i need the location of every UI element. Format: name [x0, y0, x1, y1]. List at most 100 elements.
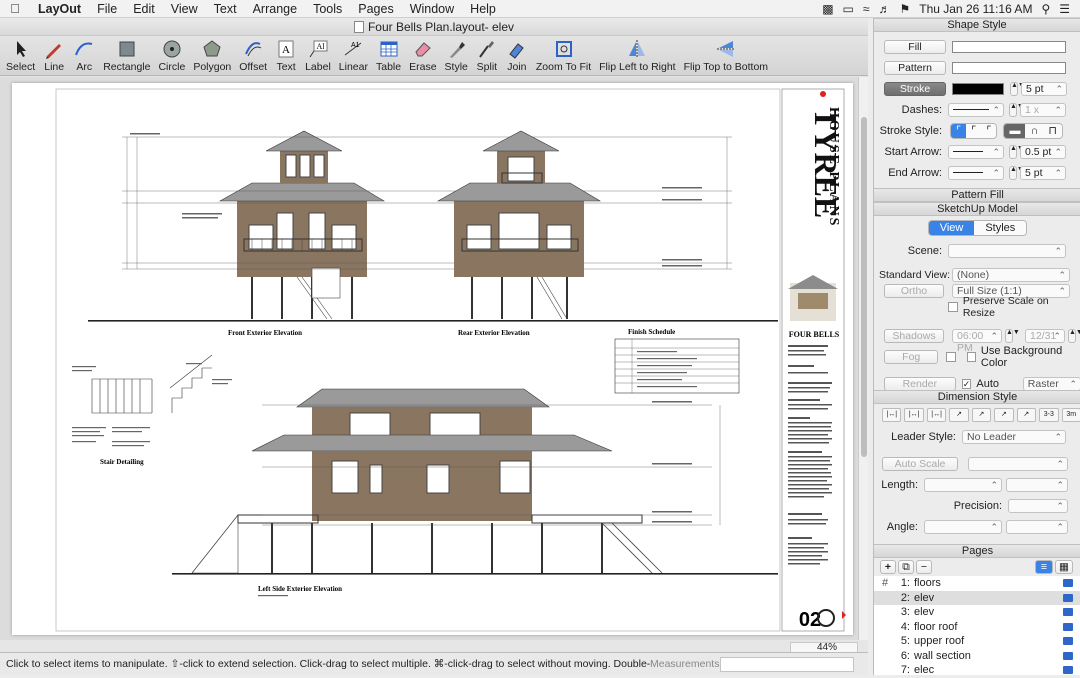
stroke-width-select[interactable]: 5 pt	[1021, 82, 1067, 96]
auto-render-checkbox[interactable]: ✓	[962, 379, 972, 389]
stroke-swatch[interactable]	[952, 83, 1004, 95]
menu-view[interactable]: View	[163, 0, 206, 18]
leader-style-select[interactable]: No Leader	[962, 430, 1066, 444]
flat-cap-icon[interactable]: ▬	[1004, 124, 1025, 138]
dim-text-above-icon[interactable]: |↔|	[882, 408, 901, 422]
auto-scale-button[interactable]: Auto Scale	[882, 457, 958, 471]
zoom-to-fit-tool[interactable]: Zoom To Fit	[532, 36, 595, 73]
text-tool[interactable]: AText	[271, 36, 301, 73]
clock[interactable]: Thu Jan 26 11:16 AM	[919, 2, 1032, 16]
length-unit-select[interactable]	[1006, 478, 1068, 492]
page-row[interactable]: 5:upper roof	[874, 634, 1080, 649]
list-icon[interactable]: ☰	[1059, 2, 1070, 16]
monitor-icon[interactable]	[1063, 652, 1073, 660]
standard-view-select[interactable]: (None)	[952, 268, 1070, 282]
page-row[interactable]: 2:elev	[874, 591, 1080, 606]
vertical-scrollbar[interactable]	[858, 77, 868, 640]
menu-help[interactable]: Help	[462, 0, 504, 18]
grid-view-icon[interactable]: ▦	[1055, 560, 1073, 574]
dim-text-center-icon[interactable]: |↔|	[904, 408, 923, 422]
round-join-icon[interactable]: ⌜	[966, 124, 981, 138]
dim-text-below-icon[interactable]: |↔|	[927, 408, 946, 422]
use-background-checkbox[interactable]	[967, 352, 976, 362]
select-tool[interactable]: Select	[2, 36, 39, 73]
scroll-thumb[interactable]	[861, 117, 867, 457]
auto-scale-select[interactable]	[968, 457, 1068, 471]
sketchup-model-header[interactable]: SketchUp Model	[874, 202, 1080, 216]
shadow-time-stepper[interactable]: ▲▼	[1005, 329, 1013, 343]
arc-tool[interactable]: Arc	[69, 36, 99, 73]
end-arrow-stepper[interactable]: ▲▼	[1009, 166, 1017, 180]
tab-styles[interactable]: Styles	[974, 221, 1026, 235]
dim-align-horizontal-icon[interactable]: ↗	[949, 408, 968, 422]
page-row[interactable]: #1:floors	[874, 576, 1080, 591]
dim-auto-icon[interactable]: 3-3	[1039, 408, 1058, 422]
delete-page-button[interactable]: −	[916, 560, 932, 574]
apple-icon[interactable]: 	[0, 1, 30, 16]
dimension-style-header[interactable]: Dimension Style	[874, 390, 1080, 404]
fill-swatch[interactable]	[952, 41, 1066, 53]
page-row[interactable]: 6:wall section	[874, 649, 1080, 664]
menu-file[interactable]: File	[89, 0, 125, 18]
dim-align-perpendicular-icon[interactable]: ↗	[994, 408, 1013, 422]
shadow-date[interactable]: 12/31	[1025, 329, 1065, 343]
wifi-icon[interactable]: ≈	[863, 2, 870, 16]
tab-view[interactable]: View	[929, 221, 975, 235]
render-mode-select[interactable]: Raster	[1023, 377, 1080, 391]
flip-top-bottom-tool[interactable]: Flip Top to Bottom	[680, 36, 772, 73]
page-row[interactable]: 4:floor roof	[874, 620, 1080, 635]
duplicate-page-button[interactable]: ⧉	[898, 560, 914, 574]
monitor-icon[interactable]	[1063, 637, 1073, 645]
precision-select[interactable]	[1008, 499, 1068, 513]
start-arrow-select[interactable]	[948, 145, 1004, 159]
angle-precision-select[interactable]	[1006, 520, 1068, 534]
start-arrow-stepper[interactable]: ▲▼	[1009, 145, 1017, 159]
fog-button[interactable]: Fog	[884, 350, 938, 364]
monitor-icon[interactable]	[1063, 623, 1073, 631]
split-tool[interactable]: Split	[472, 36, 502, 73]
table-tool[interactable]: Table	[372, 36, 405, 73]
page-row[interactable]: 3:elev	[874, 605, 1080, 620]
battery-icon[interactable]: ▭	[843, 2, 854, 16]
drawing-sheet[interactable]: TYREE HOUSE PLANS FOUR BELLS 02	[12, 83, 853, 635]
pattern-button[interactable]: Pattern	[884, 61, 946, 75]
pages-header[interactable]: Pages	[874, 544, 1080, 558]
polygon-tool[interactable]: Polygon	[189, 36, 235, 73]
preserve-scale-checkbox[interactable]	[948, 302, 958, 312]
dashes-select[interactable]	[948, 103, 1004, 117]
shadows-button[interactable]: Shadows	[884, 329, 944, 343]
circle-tool[interactable]: Circle	[154, 36, 189, 73]
page-row[interactable]: 7:elec	[874, 663, 1080, 678]
volume-icon[interactable]: ♬	[878, 2, 890, 16]
search-icon[interactable]: ⚲	[1041, 2, 1050, 16]
monitor-icon[interactable]	[1063, 579, 1073, 587]
pattern-fill-header[interactable]: Pattern Fill	[874, 188, 1080, 202]
menu-arrange[interactable]: Arrange	[245, 0, 305, 18]
scene-select[interactable]	[948, 244, 1066, 258]
label-tool[interactable]: AlLabel	[301, 36, 335, 73]
menu-edit[interactable]: Edit	[125, 0, 163, 18]
dash-scale-select[interactable]: 1 x	[1020, 103, 1066, 117]
dim-align-parallel-icon[interactable]: ↗	[972, 408, 991, 422]
stroke-button[interactable]: Stroke	[884, 82, 946, 96]
dash-scale-stepper[interactable]: ▲▼	[1009, 103, 1017, 117]
ortho-button[interactable]: Ortho	[884, 284, 944, 298]
add-page-button[interactable]: +	[880, 560, 896, 574]
end-arrow-size[interactable]: 5 pt	[1020, 166, 1066, 180]
render-button[interactable]: Render	[884, 377, 956, 391]
list-view-icon[interactable]: ≡	[1035, 560, 1053, 574]
stroke-width-stepper[interactable]: ▲▼	[1010, 82, 1018, 96]
dim-units-icon[interactable]: 3m	[1062, 408, 1080, 422]
truck-icon[interactable]: ▩	[822, 2, 833, 16]
menu-window[interactable]: Window	[402, 0, 462, 18]
rectangle-tool[interactable]: Rectangle	[99, 36, 154, 73]
shadow-date-stepper[interactable]: ▲▼	[1068, 329, 1076, 343]
end-arrow-select[interactable]	[948, 166, 1004, 180]
monitor-icon[interactable]	[1063, 666, 1073, 674]
measurements-input[interactable]	[720, 657, 854, 672]
flip-left-right-tool[interactable]: Flip Left to Right	[595, 36, 679, 73]
offset-tool[interactable]: Offset	[235, 36, 271, 73]
miter-join-icon[interactable]: ⌜	[951, 124, 966, 138]
menu-text[interactable]: Text	[206, 0, 245, 18]
monitor-icon[interactable]	[1063, 594, 1073, 602]
